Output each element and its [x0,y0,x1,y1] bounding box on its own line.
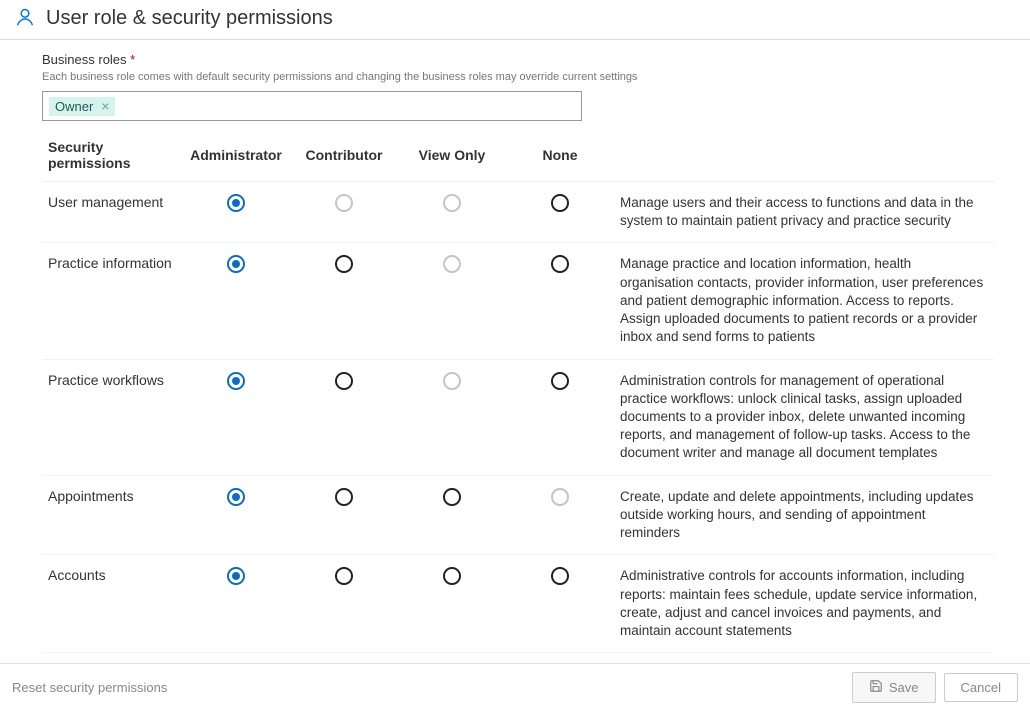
radio-view [443,255,461,273]
permission-description: Create, update and delete claims. Reques… [614,653,994,663]
radio-contrib[interactable] [335,488,353,506]
radio-cell [398,555,506,653]
radio-none [551,488,569,506]
permission-name: Practice information [42,243,182,359]
table-row: Accounts Administrative controls for acco… [42,555,994,653]
table-row: Appointments Create, update and delete ap… [42,475,994,555]
radio-cell [182,359,290,475]
radio-admin[interactable] [227,372,245,390]
radio-cell [506,653,614,663]
radio-cell [182,653,290,663]
radio-cell [182,182,290,243]
save-button-label: Save [889,680,919,695]
radio-cell [182,243,290,359]
save-icon [869,679,883,696]
role-chip-label: Owner [55,99,93,114]
cancel-button-label: Cancel [961,680,1001,695]
radio-cell [290,555,398,653]
close-icon[interactable]: × [101,99,109,113]
permission-description: Create, update and delete appointments, … [614,475,994,555]
page-title: User role & security permissions [46,7,333,30]
radio-cell [506,555,614,653]
radio-admin[interactable] [227,255,245,273]
radio-cell [506,359,614,475]
roles-label: Business roles [42,52,127,67]
radio-admin[interactable] [227,194,245,212]
radio-cell [506,475,614,555]
radio-cell [182,555,290,653]
col-security-permissions: Security permissions [42,131,182,182]
table-row: User management Manage users and their ac… [42,182,994,243]
table-row: Claiming Create, update and delete claims… [42,653,994,663]
permission-name: Claiming [42,653,182,663]
radio-cell [398,182,506,243]
permission-description: Manage users and their access to functio… [614,182,994,243]
role-chip: Owner × [49,97,115,116]
radio-cell [506,182,614,243]
content-area: Business roles * Each business role come… [0,40,1030,663]
radio-cell [398,243,506,359]
col-administrator: Administrator [182,131,290,182]
page-header: User role & security permissions [0,0,1030,39]
radio-admin[interactable] [227,488,245,506]
roles-sublabel: Each business role comes with default se… [42,71,994,83]
radio-cell [398,653,506,663]
permission-name: Appointments [42,475,182,555]
business-roles-field[interactable]: Owner × [42,91,582,121]
cancel-button[interactable]: Cancel [944,673,1018,702]
permission-name: Accounts [42,555,182,653]
table-row: Practice workflows Administration control… [42,359,994,475]
permission-description: Administration controls for management o… [614,359,994,475]
radio-none[interactable] [551,372,569,390]
save-button[interactable]: Save [852,672,936,703]
radio-none[interactable] [551,567,569,585]
roles-label-row: Business roles * [42,52,994,67]
radio-cell [290,475,398,555]
radio-view [443,194,461,212]
radio-contrib[interactable] [335,255,353,273]
radio-view[interactable] [443,567,461,585]
col-contributor: Contributor [290,131,398,182]
radio-cell [290,359,398,475]
radio-cell [398,359,506,475]
radio-contrib[interactable] [335,372,353,390]
radio-view [443,372,461,390]
permission-name: Practice workflows [42,359,182,475]
radio-cell [398,475,506,555]
col-view-only: View Only [398,131,506,182]
col-none: None [506,131,614,182]
permission-name: User management [42,182,182,243]
table-row: Practice information Manage practice and … [42,243,994,359]
footer-bar: Reset security permissions Save Cancel [0,663,1030,711]
radio-none[interactable] [551,255,569,273]
radio-none[interactable] [551,194,569,212]
radio-admin[interactable] [227,567,245,585]
radio-cell [290,243,398,359]
user-icon [14,6,36,31]
radio-cell [290,653,398,663]
permission-description: Manage practice and location information… [614,243,994,359]
radio-cell [182,475,290,555]
radio-cell [506,243,614,359]
permissions-table: Security permissions Administrator Contr… [42,131,994,663]
radio-contrib [335,194,353,212]
radio-contrib[interactable] [335,567,353,585]
required-asterisk: * [130,52,135,67]
permission-description: Administrative controls for accounts inf… [614,555,994,653]
reset-link[interactable]: Reset security permissions [12,680,167,695]
radio-view[interactable] [443,488,461,506]
radio-cell [290,182,398,243]
col-description [614,131,994,182]
